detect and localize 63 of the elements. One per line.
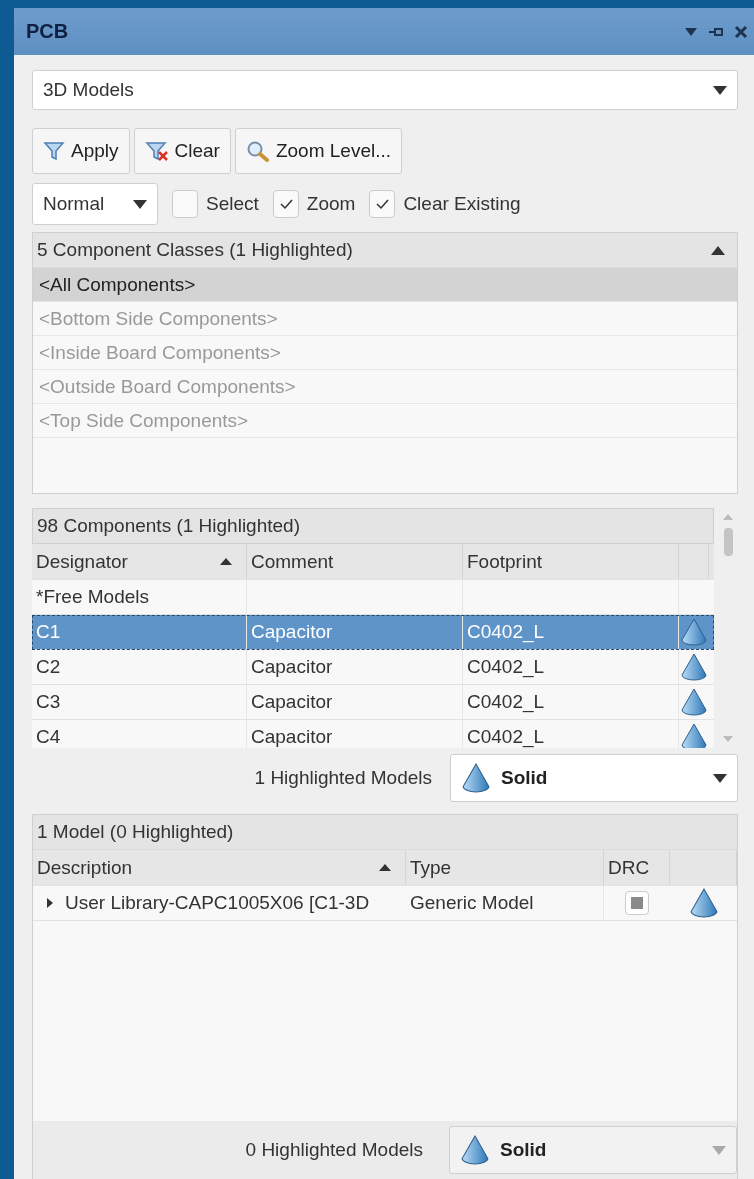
table-cell: Generic Model: [410, 892, 534, 914]
checkbox[interactable]: [272, 190, 299, 218]
caret-icon: [133, 199, 147, 209]
caret-icon: [712, 1145, 726, 1155]
highlighted-count: 1 Highlighted Models: [254, 767, 432, 789]
apply-button[interactable]: Apply: [32, 128, 130, 174]
column-header[interactable]: Description: [33, 850, 406, 885]
table-cell: C0402_L: [467, 691, 545, 713]
cone-icon: [461, 763, 491, 793]
mode-dropdown[interactable]: 3D Models: [32, 70, 738, 110]
funnel-remove-icon: [144, 140, 169, 162]
caret-icon: [713, 773, 727, 783]
column-header[interactable]: Comment: [247, 544, 463, 579]
table-cell: C0402_L: [467, 656, 545, 678]
table-cell: *Free Models: [36, 586, 149, 608]
table-row[interactable]: C2 Capacitor C0402_L: [32, 650, 714, 685]
mask-dropdown[interactable]: Normal: [32, 183, 158, 225]
checkbox[interactable]: [369, 190, 396, 218]
pin-icon[interactable]: [708, 25, 724, 38]
checkmark-icon: [278, 198, 293, 210]
list-header: 98 Components (1 Highlighted): [37, 515, 300, 537]
display-dropdown[interactable]: Solid: [450, 754, 738, 802]
table-cell: C1: [36, 621, 61, 643]
table-cell: C2: [36, 656, 61, 678]
sort-ascending-icon: [220, 558, 232, 565]
column-header[interactable]: Type: [406, 850, 604, 885]
magnifier-icon: [245, 140, 270, 162]
column-header[interactable]: DRC: [604, 850, 670, 885]
caret-icon: [713, 85, 727, 95]
zoom-button[interactable]: Zoom Level...: [234, 128, 403, 174]
close-icon[interactable]: [734, 24, 748, 39]
sort-ascending-icon: [379, 864, 391, 871]
table-cell: Capacitor: [251, 621, 333, 643]
drc-checkbox[interactable]: [625, 891, 649, 915]
column-header[interactable]: Footprint: [463, 544, 679, 579]
table-row[interactable]: C3 Capacitor C0402_L: [32, 685, 714, 720]
cone-icon: [688, 888, 719, 918]
clear-button[interactable]: Clear: [133, 128, 231, 174]
table-cell: Capacitor: [251, 726, 333, 748]
checkbox-label[interactable]: Select: [206, 193, 259, 215]
checkbox-label[interactable]: Clear Existing: [403, 193, 521, 215]
class-item[interactable]: <All Components>: [33, 268, 737, 302]
table-cell: Capacitor: [251, 691, 333, 713]
table-row[interactable]: User Library-CAPC1005X06 [C1-3D Generic Model: [33, 886, 737, 921]
highlighted-count: 0 Highlighted Models: [245, 1139, 423, 1161]
window-title: PCB: [26, 20, 69, 43]
table-cell: User Library-CAPC1005X06 [C1-3D: [65, 892, 370, 914]
funnel-icon: [43, 140, 65, 162]
table-cell: C3: [36, 691, 61, 713]
cone-icon: [460, 1135, 490, 1165]
checkbox[interactable]: [172, 190, 198, 218]
checkmark-icon: [375, 198, 390, 210]
checkbox-label[interactable]: Zoom: [306, 193, 356, 215]
expand-icon[interactable]: [45, 897, 55, 909]
table-cell: C0402_L: [467, 621, 545, 643]
collapse-icon[interactable]: [711, 245, 725, 255]
column-header[interactable]: Designator: [32, 544, 247, 579]
table-cell: C0402_L: [467, 726, 545, 748]
menu-dropdown-icon[interactable]: [684, 26, 698, 37]
list-header: 5 Component Classes (1 Highlighted): [37, 239, 353, 261]
list-header: 1 Model (0 Highlighted): [37, 821, 234, 843]
table-cell: C4: [36, 726, 61, 748]
table-cell: Capacitor: [251, 656, 333, 678]
